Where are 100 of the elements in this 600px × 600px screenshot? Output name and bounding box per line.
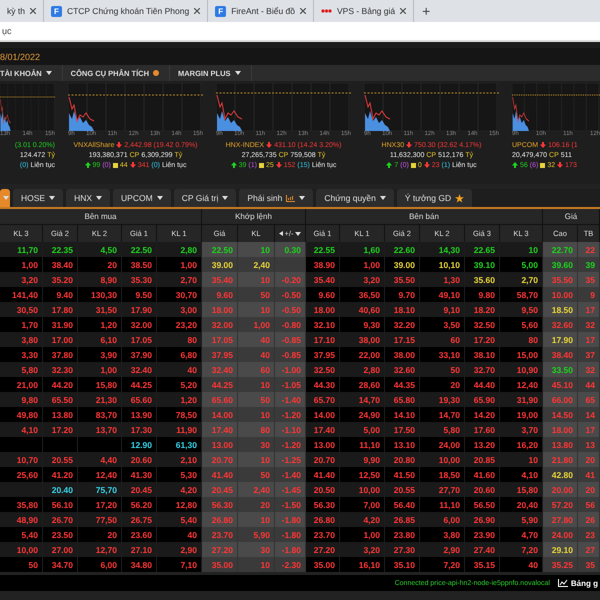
table-cell: 20 [420, 377, 465, 392]
up-arrow-icon [512, 162, 518, 168]
table-cell: 50 [238, 287, 275, 302]
table-cell: 17.80 [43, 302, 78, 317]
table-cell: 21,30 [78, 392, 122, 407]
market-tab[interactable] [0, 189, 10, 207]
table-cell: 20.70 [306, 452, 340, 467]
table-cell: 44.30 [306, 377, 340, 392]
up-arrow-icon [230, 162, 237, 168]
table-cell: 10,00 [0, 542, 43, 557]
table-cell: 34.80 [122, 557, 157, 572]
table-cell [0, 482, 43, 497]
table-cell: 40 [157, 527, 202, 542]
table-cell: 35.30 [122, 272, 157, 287]
table-cell: 38.40 [43, 257, 78, 272]
table-cell: 17.05 [122, 332, 157, 347]
table-cell: 14.50 [543, 407, 578, 422]
caret-icon [222, 196, 228, 200]
table-cell: 40 [157, 362, 202, 377]
table-cell: 35.20 [43, 272, 78, 287]
table-cell: 3,70 [500, 422, 543, 437]
table-cell: 56.30 [202, 497, 238, 512]
address-field[interactable]: ục [0, 22, 600, 42]
table-cell: 25,60 [0, 467, 43, 482]
table-cell: 18.50 [543, 302, 578, 317]
table-cell: 20.50 [306, 482, 340, 497]
down-arrow-icon [557, 162, 564, 168]
market-tab[interactable]: HOSE [13, 189, 64, 207]
board-link[interactable]: Bảng g [558, 578, 598, 588]
table-cell: 56.40 [385, 497, 420, 512]
market-tab[interactable]: Phái sinh [239, 189, 314, 207]
table-cell: 65 [578, 392, 600, 407]
close-icon[interactable] [400, 8, 406, 14]
table-cell: 5,00 [340, 422, 385, 437]
table-cell: 6,00 [420, 512, 465, 527]
table-cell: 9,10 [420, 302, 465, 317]
table-cell: 18.00 [306, 302, 340, 317]
caret-icon [295, 232, 302, 236]
table-cell: 21.80 [543, 452, 578, 467]
close-icon[interactable] [30, 8, 36, 14]
table-cell: 3,20 [340, 272, 385, 287]
table-cell: 5,20 [157, 377, 202, 392]
table-cell: 23 [578, 527, 600, 542]
square-icon [112, 162, 118, 168]
table-cell: 17.20 [43, 422, 78, 437]
table-cell: 10 [238, 272, 275, 287]
table-cell: 35.15 [465, 557, 500, 572]
table-cell: 17.90 [122, 302, 157, 317]
table-cell: 15,80 [500, 482, 543, 497]
table-cell: 30 [238, 542, 275, 557]
table-cell: 65.60 [202, 392, 238, 407]
table-cell: 38,00 [340, 332, 385, 347]
table-cell: 22.35 [43, 242, 78, 257]
table-cell: 39 [578, 257, 600, 272]
left-arrow-icon[interactable] [278, 231, 283, 236]
close-icon[interactable] [194, 8, 200, 14]
table-cell: 35 [578, 557, 600, 572]
table-cell: 17.90 [543, 332, 578, 347]
table-cell: 3,20 [340, 542, 385, 557]
table-cell: 44.25 [122, 377, 157, 392]
table-cell: 14,30 [420, 242, 465, 257]
table-cell: 42.80 [543, 467, 578, 482]
table-cell: 22.60 [385, 242, 420, 257]
market-tab[interactable]: HNX [66, 189, 110, 207]
table-cell: 11,70 [0, 242, 43, 257]
table-cell: 22 [578, 242, 600, 257]
table-cell: 41.50 [385, 467, 420, 482]
table-cell: 9,80 [0, 392, 43, 407]
market-tab[interactable]: Chứng quyền [316, 189, 394, 207]
table-cell: -1.80 [275, 542, 306, 557]
table-cell: 39.00 [202, 257, 238, 272]
table-cell: 26.75 [122, 512, 157, 527]
table-cell: 9,50 [500, 302, 543, 317]
table-cell: 20.80 [385, 452, 420, 467]
table-cell: 26 [578, 512, 600, 527]
table-cell: 31,90 [500, 392, 543, 407]
table-cell: 10 [238, 407, 275, 422]
square-icon [258, 162, 264, 168]
table-cell: 1,60 [340, 242, 385, 257]
new-tab-button[interactable]: + [414, 3, 438, 19]
table-cell: 30 [238, 437, 275, 452]
table-cell: 50 [0, 557, 43, 572]
group-header: Giá [543, 209, 600, 224]
table-cell: 7,20 [500, 542, 543, 557]
table-cell: 35 [578, 272, 600, 287]
table-cell: 7,00 [340, 497, 385, 512]
table-cell: 32.10 [306, 317, 340, 332]
table-cell: 0.30 [275, 242, 306, 257]
market-tab[interactable]: CP Giá trị [174, 189, 236, 207]
table-cell: 60 [238, 362, 275, 377]
market-tab[interactable]: UPCOM [113, 189, 171, 207]
close-icon[interactable] [300, 8, 306, 14]
market-tab[interactable]: Ý tưởng GD [396, 189, 472, 207]
caret-icon [156, 196, 163, 200]
table-cell: 16,20 [500, 437, 543, 452]
table-cell: 40 [500, 557, 543, 572]
table-cell: 13.00 [202, 437, 238, 452]
table-cell: 1,20 [157, 392, 202, 407]
table-cell: -1.20 [275, 407, 306, 422]
table-cell: 16,10 [340, 557, 385, 572]
